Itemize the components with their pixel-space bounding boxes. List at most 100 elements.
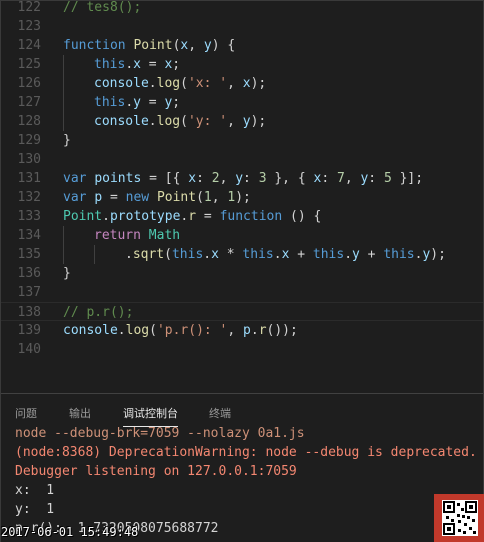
- code-line[interactable]: 123: [1, 17, 483, 36]
- panel-tab[interactable]: 调试控制台: [123, 405, 178, 427]
- code-token: this: [383, 247, 415, 262]
- code-line[interactable]: 132 var p = new Point(1, 1);: [1, 188, 483, 207]
- code-token: ());: [266, 323, 298, 338]
- code-token: x: [211, 247, 219, 262]
- code-token: x: [242, 76, 251, 91]
- bottom-panel: 问题 输出 调试控制台 终端 node --debug-brk=7059 --nola…: [1, 393, 483, 542]
- code-token: var: [63, 190, 95, 205]
- code-token: var: [63, 171, 95, 186]
- timestamp-overlay: 2017-06-01 15:49:48: [1, 525, 139, 539]
- code-token: .: [344, 247, 353, 262]
- code-token: = [{: [141, 171, 189, 186]
- code-token: .: [125, 95, 134, 110]
- code-token: console: [63, 323, 118, 338]
- qr-code-badge: [434, 494, 484, 542]
- indent-guide: [63, 74, 64, 93]
- code-text: Point.prototype.r = function () {: [63, 207, 321, 226]
- code-token: y: [133, 95, 141, 110]
- code-token: // p.r();: [63, 305, 134, 320]
- code-line[interactable]: 127 this.y = y;: [1, 93, 483, 112]
- code-line[interactable]: 131 var points = [{ x: 2, y: 3 }, { x: 7,…: [1, 169, 483, 188]
- line-number: 139: [17, 323, 41, 338]
- code-token: }: [63, 133, 71, 148]
- code-token: // tes8();: [63, 1, 142, 15]
- code-token: log: [156, 76, 181, 91]
- code-token: ,: [219, 171, 236, 186]
- code-line[interactable]: 126 console.log('x: ', x);: [1, 74, 483, 93]
- code-text: this.x = x;: [94, 55, 180, 74]
- code-line[interactable]: 130: [1, 150, 483, 169]
- code-line[interactable]: 125 this.x = x;: [1, 55, 483, 74]
- code-line[interactable]: 134 return Math: [1, 226, 483, 245]
- line-number: 135: [17, 247, 41, 262]
- code-token: console: [94, 76, 149, 91]
- code-token: (: [180, 114, 188, 129]
- code-token: () {: [282, 209, 322, 224]
- line-number: 130: [17, 152, 41, 167]
- code-token: =: [196, 209, 220, 224]
- line-number: 140: [17, 342, 41, 357]
- code-line[interactable]: 137: [1, 283, 483, 302]
- code-token: this: [312, 247, 345, 262]
- code-token: r: [188, 209, 197, 224]
- code-token: }: [63, 266, 71, 281]
- code-token: x: [133, 57, 141, 72]
- code-token: this: [171, 247, 204, 262]
- code-token: this: [242, 247, 274, 262]
- code-line[interactable]: 122 // tes8();: [1, 1, 483, 17]
- code-token: points: [94, 171, 142, 186]
- code-line[interactable]: 129}: [1, 131, 483, 150]
- code-token: ,: [188, 38, 204, 53]
- code-line[interactable]: 139 console.log('p.r(): ', p.r());: [1, 321, 483, 340]
- code-token: Point: [63, 209, 103, 224]
- code-token: .: [250, 323, 259, 338]
- console-line: Debugger listening on 127.0.0.1:7059: [15, 464, 297, 479]
- code-token: this: [94, 95, 126, 110]
- code-line[interactable]: 128 console.log('y: ', y);: [1, 112, 483, 131]
- code-text: return Math: [94, 226, 180, 245]
- code-token: .: [102, 209, 110, 224]
- code-line[interactable]: 135 .sqrt(this.x * this.x + this.y + this…: [1, 245, 483, 264]
- code-text: console.log('p.r(): ', p.r());: [63, 321, 298, 340]
- code-token: p: [243, 323, 251, 338]
- line-number: 127: [17, 95, 41, 110]
- code-token: +: [359, 247, 384, 262]
- code-token: .: [273, 247, 282, 262]
- code-token: );: [250, 76, 267, 91]
- vscode-window: 122// tes8(); 123 124 function Point(x, y) …: [0, 0, 484, 542]
- line-number: 128: [17, 114, 41, 129]
- code-token: console: [94, 114, 149, 129]
- code-token: ,: [227, 323, 244, 338]
- code-line[interactable]: 138 // p.r();: [1, 302, 483, 321]
- code-text: console.log('y: ', y);: [94, 112, 266, 131]
- code-token: ) {: [211, 38, 236, 53]
- line-number: 137: [17, 285, 41, 300]
- code-token: :: [368, 171, 384, 186]
- code-token: =: [140, 57, 165, 72]
- code-token: this: [94, 57, 126, 72]
- code-text: }: [63, 131, 71, 150]
- panel-tab[interactable]: 终端: [209, 405, 231, 421]
- code-editor[interactable]: 122// tes8(); 123 124 function Point(x, y) …: [1, 1, 483, 393]
- line-number: 126: [17, 76, 41, 91]
- indent-guide: [94, 245, 95, 264]
- code-token: y: [242, 114, 251, 129]
- code-line[interactable]: 124 function Point(x, y) {: [1, 36, 483, 55]
- code-token: y: [235, 171, 244, 186]
- code-token: .: [125, 57, 134, 72]
- code-token: ,: [211, 190, 228, 205]
- code-text: this.y = y;: [94, 93, 180, 112]
- code-token: new: [125, 190, 157, 205]
- code-token: :: [321, 171, 337, 186]
- indent-guide: [63, 245, 64, 264]
- code-token: }];: [391, 171, 424, 186]
- panel-tab[interactable]: 输出: [69, 405, 91, 421]
- panel-tab[interactable]: 问题: [15, 405, 37, 421]
- code-line[interactable]: 140: [1, 340, 483, 359]
- code-token: Math: [148, 228, 181, 243]
- code-line[interactable]: 136}: [1, 264, 483, 283]
- code-token: (: [164, 247, 172, 262]
- code-token: 1: [203, 190, 212, 205]
- code-line[interactable]: 133 Point.prototype.r = function () {: [1, 207, 483, 226]
- code-token: ;: [172, 95, 181, 110]
